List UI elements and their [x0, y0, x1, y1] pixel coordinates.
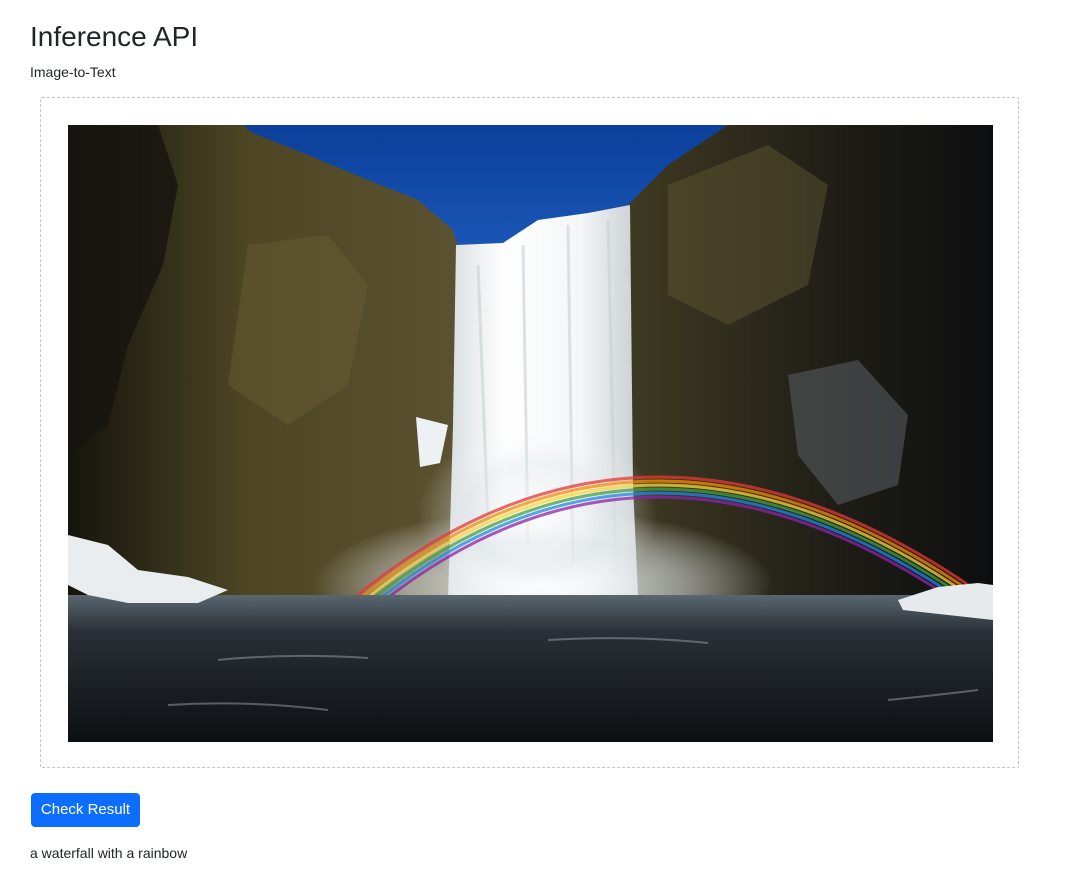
- result-text: a waterfall with a rainbow: [30, 845, 188, 861]
- image-dropzone[interactable]: [40, 97, 1019, 768]
- uploaded-image: [68, 125, 993, 742]
- page-title: Inference API: [30, 21, 199, 52]
- task-label: Image-to-Text: [30, 64, 116, 80]
- inference-page: Inference API Image-to-Text Check Result…: [0, 0, 1075, 875]
- check-result-button[interactable]: Check Result: [31, 793, 140, 827]
